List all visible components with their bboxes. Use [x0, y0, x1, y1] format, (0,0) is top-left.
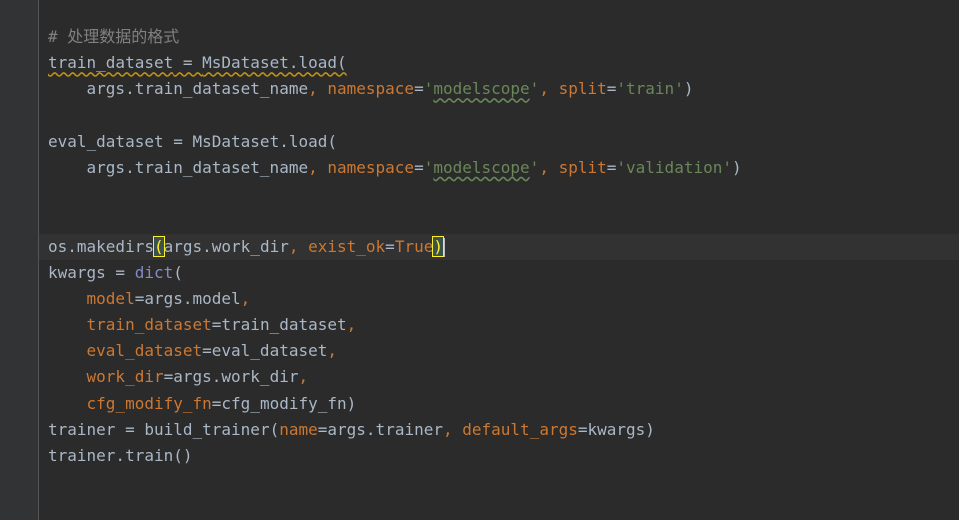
variable-eval-dataset: eval_dataset [48, 131, 164, 151]
text-caret [442, 237, 445, 257]
code-line-8[interactable] [48, 207, 959, 233]
code-line-6[interactable]: args.train_dataset_name, namespace='mode… [48, 155, 959, 181]
call-trainer-train: trainer.train() [48, 446, 193, 465]
arg-work-dir: args.work_dir [163, 236, 289, 256]
string-train: 'train' [616, 79, 684, 99]
string-modelscope: modelscope [433, 79, 530, 99]
brace-match-close: ) [432, 235, 444, 257]
keyword-true: True [394, 236, 434, 256]
comment-text: # 处理数据的格式 [48, 27, 180, 46]
code-line-1[interactable]: # 处理数据的格式 [48, 24, 959, 50]
code-line-10[interactable]: kwargs = dict( [48, 260, 959, 286]
code-line-16[interactable]: trainer = build_trainer(name=args.traine… [48, 417, 959, 443]
param-default-args: default_args [462, 419, 578, 439]
code-line-3[interactable]: args.train_dataset_name, namespace='mode… [48, 76, 959, 102]
string-validation: 'validation' [616, 157, 732, 177]
editor-gutter[interactable] [0, 0, 39, 520]
call-build-trainer: build_trainer [144, 419, 270, 439]
code-line-4[interactable] [48, 103, 959, 129]
code-line-14[interactable]: work_dir=args.work_dir, [48, 364, 959, 390]
param-namespace: namespace [327, 157, 415, 177]
code-line-9[interactable]: os.makedirs(args.work_dir, exist_ok=True… [39, 233, 959, 260]
param-name: name [279, 419, 318, 439]
variable-kwargs: kwargs [48, 262, 106, 282]
param-work-dir: work_dir [86, 367, 164, 387]
code-line-15[interactable]: cfg_modify_fn=cfg_modify_fn) [48, 391, 959, 417]
param-split: split [558, 79, 607, 99]
param-cfg-modify-fn: cfg_modify_fn [86, 393, 212, 413]
brace-match-open: ( [153, 235, 165, 257]
arg-train-dataset-name: args.train_dataset_name [86, 157, 309, 177]
call-os-makedirs: os.makedirs [48, 236, 154, 256]
code-area[interactable]: # 处理数据的格式 train_dataset = MsDataset.load… [39, 24, 959, 469]
arg-train-dataset-name: args.train_dataset_name [86, 79, 309, 99]
code-line-12[interactable]: train_dataset=train_dataset, [48, 312, 959, 338]
code-line-7[interactable] [48, 181, 959, 207]
variable-trainer: trainer [48, 419, 116, 439]
string-modelscope: modelscope [433, 157, 530, 177]
code-line-5[interactable]: eval_dataset = MsDataset.load( [48, 129, 959, 155]
param-model: model [86, 288, 135, 308]
builtin-dict: dict [134, 262, 174, 282]
variable-train-dataset: train_dataset = MsDataset.load( [48, 53, 347, 73]
param-split: split [558, 157, 607, 177]
param-namespace: namespace [327, 79, 415, 99]
param-exist-ok: exist_ok [308, 236, 386, 256]
param-train-dataset: train_dataset [86, 315, 212, 335]
code-line-2[interactable]: train_dataset = MsDataset.load( [48, 50, 959, 76]
code-editor[interactable]: # 处理数据的格式 train_dataset = MsDataset.load… [0, 0, 959, 520]
code-line-17[interactable]: trainer.train() [48, 443, 959, 469]
code-line-13[interactable]: eval_dataset=eval_dataset, [48, 338, 959, 364]
code-line-11[interactable]: model=args.model, [48, 286, 959, 312]
param-eval-dataset: eval_dataset [86, 341, 203, 361]
